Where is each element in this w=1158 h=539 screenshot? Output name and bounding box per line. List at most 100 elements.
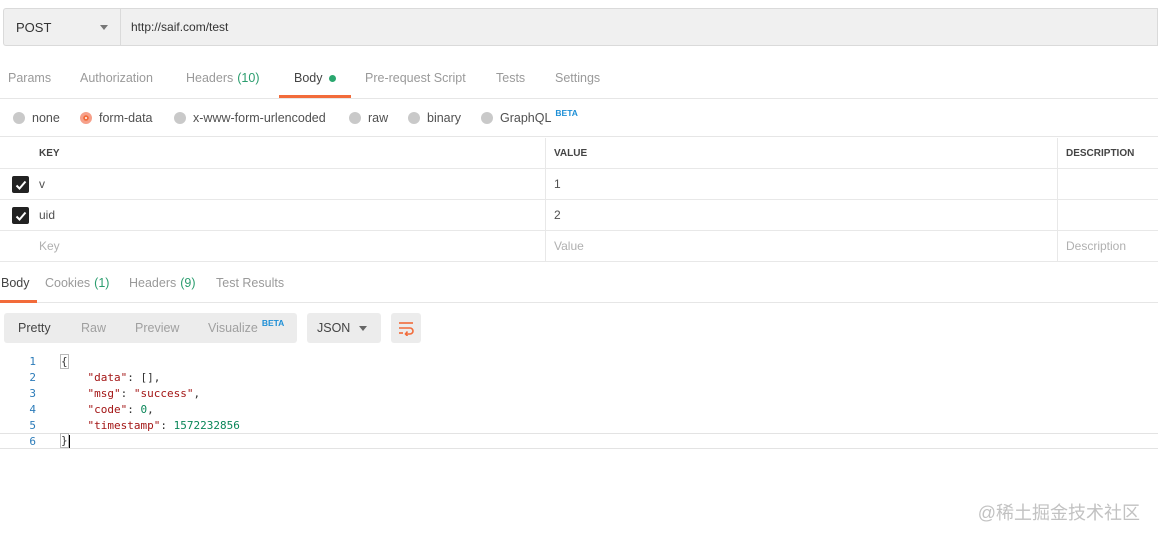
- json-string: "success": [133, 386, 194, 400]
- url-text: http://saif.com/test: [131, 20, 229, 34]
- wrap-lines-button[interactable]: [391, 313, 421, 343]
- table-row: v 1: [0, 169, 1158, 200]
- radio-selected-icon: [80, 112, 92, 124]
- tab-response-body[interactable]: Body: [1, 263, 30, 303]
- value-column-header: VALUE: [545, 138, 1057, 168]
- radio-circle-icon: [13, 112, 25, 124]
- wrap-lines-icon: [399, 322, 414, 336]
- key-input[interactable]: Key: [31, 231, 545, 261]
- tab-body[interactable]: Body: [294, 58, 336, 98]
- view-preview-button[interactable]: Preview: [135, 313, 179, 343]
- radio-circle-icon: [481, 112, 493, 124]
- tab-pre-request-script[interactable]: Pre-request Script: [365, 58, 466, 98]
- radio-none[interactable]: none: [13, 99, 60, 137]
- view-mode-switch: Pretty Raw Preview Visualize BETA: [4, 313, 297, 343]
- json-punct: ,: [147, 402, 154, 416]
- url-input[interactable]: http://saif.com/test: [120, 8, 1158, 46]
- key-column-header: KEY: [39, 147, 60, 159]
- json-punct: :: [160, 418, 174, 432]
- code-text: "msg": "success",: [61, 386, 201, 400]
- view-visualize-button[interactable]: Visualize BETA: [208, 313, 284, 343]
- table-row: uid 2: [0, 200, 1158, 231]
- code-text: "timestamp": 1572232856: [61, 419, 240, 432]
- code-text: "code": 0,: [61, 403, 154, 416]
- response-tabs: Body Cookies (1) Headers (9) Test Results: [0, 263, 1158, 303]
- json-key: "msg": [87, 386, 121, 400]
- view-pretty-button[interactable]: Pretty: [18, 313, 51, 343]
- radio-raw[interactable]: raw: [349, 99, 388, 137]
- description-cell[interactable]: [1057, 200, 1158, 230]
- json-key: "timestamp": [87, 418, 161, 432]
- code-line: 4 "code": 0,: [0, 401, 1158, 417]
- line-number: 2: [29, 370, 36, 384]
- radio-x-www-form-urlencoded[interactable]: x-www-form-urlencoded: [174, 99, 326, 137]
- value-input[interactable]: Value: [545, 231, 1057, 261]
- request-tabs: Params Authorization Headers (10) Body Pr…: [0, 58, 1158, 99]
- value-cell[interactable]: 2: [545, 200, 1057, 230]
- radio-label: raw: [368, 111, 389, 125]
- line-number: 5: [29, 418, 36, 432]
- json-key: "data": [87, 370, 128, 384]
- line-number: 3: [29, 386, 36, 400]
- tab-label: Test Results: [216, 276, 285, 290]
- key-cell[interactable]: v: [31, 169, 545, 199]
- tab-label: Headers: [186, 71, 234, 85]
- tab-label: Body: [294, 71, 323, 85]
- body-type-options: none form-data x-www-form-urlencoded raw…: [0, 99, 1158, 137]
- active-tab-underline: [0, 300, 37, 303]
- code-line: 1 {: [0, 353, 1158, 369]
- code-text: }: [60, 433, 70, 449]
- request-bar: POST http://saif.com/test: [3, 8, 1158, 46]
- beta-badge: BETA: [261, 318, 285, 328]
- radio-graphql[interactable]: GraphQL BETA: [481, 99, 578, 137]
- radio-circle-icon: [408, 112, 420, 124]
- radio-label: none: [32, 111, 60, 125]
- method-select[interactable]: POST: [3, 8, 120, 46]
- code-line: 2 "data": [],: [0, 369, 1158, 385]
- json-punct: : [],: [127, 370, 161, 384]
- visualize-label: Visualize: [208, 321, 258, 335]
- tab-count: (10): [237, 71, 260, 85]
- description-input[interactable]: Description: [1057, 231, 1158, 261]
- radio-label: x-www-form-urlencoded: [193, 111, 326, 125]
- tab-params[interactable]: Params: [8, 58, 51, 98]
- beta-badge: BETA: [555, 108, 578, 118]
- modified-dot-icon: [328, 74, 336, 82]
- tab-label: Body: [1, 276, 30, 290]
- tab-label: Tests: [496, 71, 526, 85]
- format-label: JSON: [317, 321, 351, 335]
- radio-circle-icon: [174, 112, 186, 124]
- tab-test-results[interactable]: Test Results: [216, 263, 284, 303]
- tab-tests[interactable]: Tests: [496, 58, 525, 98]
- json-key: "code": [87, 402, 128, 416]
- row-enabled-checkbox[interactable]: [12, 207, 29, 224]
- watermark: @稀土掘金技术社区: [977, 503, 1140, 523]
- json-punct: :: [120, 386, 134, 400]
- view-raw-button[interactable]: Raw: [81, 313, 106, 343]
- tab-label: Params: [8, 71, 52, 85]
- json-number: 1572232856: [173, 418, 240, 432]
- text-cursor: [68, 434, 70, 448]
- code-line: 5 "timestamp": 1572232856: [0, 417, 1158, 433]
- code-line: 3 "msg": "success",: [0, 385, 1158, 401]
- format-select[interactable]: JSON: [307, 313, 381, 343]
- tab-settings[interactable]: Settings: [555, 58, 600, 98]
- tab-label: Cookies: [45, 276, 91, 290]
- tab-label: Authorization: [80, 71, 153, 85]
- line-number: 1: [29, 354, 36, 368]
- value-cell[interactable]: 1: [545, 169, 1057, 199]
- json-punct: :: [127, 402, 141, 416]
- radio-form-data[interactable]: form-data: [80, 99, 153, 137]
- tab-cookies[interactable]: Cookies (1): [45, 263, 109, 303]
- json-punct: ,: [193, 386, 201, 400]
- radio-binary[interactable]: binary: [408, 99, 461, 137]
- row-enabled-checkbox[interactable]: [12, 176, 29, 193]
- tab-headers[interactable]: Headers (10): [186, 58, 259, 98]
- tab-authorization[interactable]: Authorization: [80, 58, 153, 98]
- description-cell[interactable]: [1057, 169, 1158, 199]
- tab-label: Headers: [129, 276, 177, 290]
- key-cell[interactable]: uid: [31, 200, 545, 230]
- tab-response-headers[interactable]: Headers (9): [129, 263, 196, 303]
- radio-label: form-data: [99, 111, 153, 125]
- chevron-down-icon: [100, 24, 108, 30]
